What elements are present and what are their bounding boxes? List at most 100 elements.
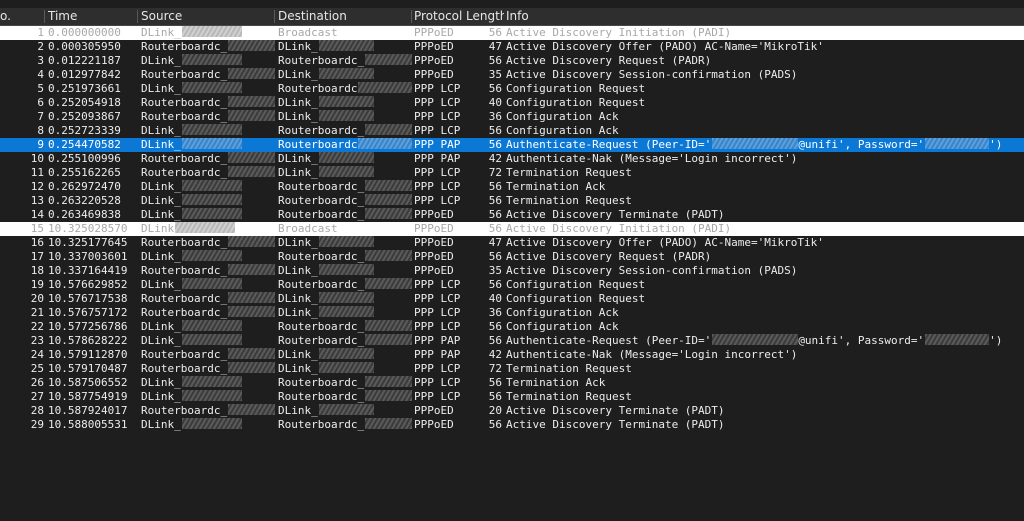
packet-row[interactable]: 10 0.255100996 Routerboardc_ DLink_ PPP PAP 4… xyxy=(0,152,1024,166)
packet-length: 56 xyxy=(472,138,502,152)
redacted-blur-icon xyxy=(181,418,242,429)
column-header-destination[interactable]: Destination xyxy=(278,8,408,25)
packet-row[interactable]: 18 10.337164419 Routerboardc_ DLink_ PPPoED 3… xyxy=(0,264,1024,278)
packet-info: Authenticate-Request (Peer-ID=' @unifi', … xyxy=(506,334,1024,348)
packet-row[interactable]: 17 10.337003601 DLink_ Routerboardc_ PPPoED 5… xyxy=(0,250,1024,264)
column-divider[interactable] xyxy=(274,10,275,23)
packet-length: 72 xyxy=(472,166,502,180)
packet-time: 10.325177645 xyxy=(48,236,138,250)
redacted-blur-icon xyxy=(181,138,242,149)
packet-row[interactable]: 4 0.012977842 Routerboardc_ DLink_ PPPoED 35 A… xyxy=(0,68,1024,82)
column-header-protocol[interactable]: Protocol xyxy=(414,8,464,25)
packet-destination-text: Routerboardc_ xyxy=(278,334,365,347)
packet-info-text: Active Discovery Terminate (PADT) xyxy=(506,418,725,431)
packet-info-text: Authenticate-Request (Peer-ID=' xyxy=(506,138,712,151)
packet-length: 56 xyxy=(472,320,502,334)
packet-row[interactable]: 7 0.252093867 Routerboardc_ DLink_ PPP LCP 36… xyxy=(0,110,1024,124)
packet-row[interactable]: 5 0.251973661 DLink_ Routerboardc PPP LCP 56 C… xyxy=(0,82,1024,96)
column-divider[interactable] xyxy=(44,10,45,23)
packet-source: DLink_ xyxy=(141,82,275,96)
packet-length-text: 35 xyxy=(488,68,502,81)
packet-info-text: Active Discovery Terminate (PADT) xyxy=(506,404,725,417)
packet-row[interactable]: 2 0.000305950 Routerboardc_ DLink_ PPPoED 47 A… xyxy=(0,40,1024,54)
packet-length-text: 40 xyxy=(488,96,502,109)
packet-destination-text: DLink_ xyxy=(278,236,318,249)
packet-info-text: Termination Ack xyxy=(506,376,606,389)
packet-time: 0.263220528 xyxy=(48,194,138,208)
packet-row[interactable]: 21 10.576757172 Routerboardc_ DLink_ PPP LCP… xyxy=(0,306,1024,320)
packet-time: 10.337164419 xyxy=(48,264,138,278)
packet-row[interactable]: 26 10.587506552 DLink_ Routerboardc_ PPP LCP… xyxy=(0,376,1024,390)
packet-number: 9 xyxy=(0,138,44,152)
packet-row[interactable]: 22 10.577256786 DLink_ Routerboardc_ PPP LCP… xyxy=(0,320,1024,334)
packet-row[interactable]: 16 10.325177645 Routerboardc_ DLink_ PPPoED 4… xyxy=(0,236,1024,250)
packet-number-text: 13 xyxy=(30,194,44,207)
packet-row[interactable]: 28 10.587924017 Routerboardc_ DLink_ PPPoED 2… xyxy=(0,404,1024,418)
packet-destination: Routerboardc_ xyxy=(278,334,412,348)
packet-length-text: 56 xyxy=(488,390,502,403)
packet-number-text: 23 xyxy=(30,334,44,347)
packet-row[interactable]: 15 10.325028570 DLink Broadcast PPPoED 56 Acti… xyxy=(0,222,1024,236)
packet-row[interactable]: 9 0.254470582 DLink_ Routerboardc PPP PAP 56 A… xyxy=(0,138,1024,152)
column-header-source[interactable]: Source xyxy=(141,8,271,25)
packet-info-text: Active Discovery Session-confirmation (P… xyxy=(506,68,798,81)
packet-row[interactable]: 29 10.588005531 DLink_ Routerboardc_ PPPoED 5… xyxy=(0,418,1024,432)
packet-destination: Routerboardc xyxy=(278,138,412,152)
packet-protocol-text: PPP LCP xyxy=(414,390,461,403)
packet-row[interactable]: 13 0.263220528 DLink_ Routerboardc_ PPP LCP 5… xyxy=(0,194,1024,208)
packet-row[interactable]: 14 0.263469838 DLink_ Routerboardc_ PPPoED 56… xyxy=(0,208,1024,222)
packet-destination: DLink_ xyxy=(278,166,412,180)
packet-length-text: 47 xyxy=(488,40,502,53)
packet-source: Routerboardc_ xyxy=(141,292,275,306)
packet-number: 19 xyxy=(0,278,44,292)
packet-destination: DLink_ xyxy=(278,96,412,110)
packet-row[interactable]: 27 10.587754919 DLink_ Routerboardc_ PPP LCP… xyxy=(0,390,1024,404)
packet-protocol-text: PPPoED xyxy=(414,222,454,235)
packet-row[interactable]: 24 10.579112870 Routerboardc_ DLink_ PPP PAP… xyxy=(0,348,1024,362)
packet-destination-text: Routerboardc_ xyxy=(278,124,365,137)
packet-info-text: Authenticate-Request (Peer-ID=' xyxy=(506,334,712,347)
packet-row[interactable]: 6 0.252054918 Routerboardc_ DLink_ PPP LCP 40… xyxy=(0,96,1024,110)
packet-number: 3 xyxy=(0,54,44,68)
packet-info-text: Termination Ack xyxy=(506,180,606,193)
redacted-blur-icon xyxy=(358,82,412,93)
column-header-info[interactable]: Info xyxy=(506,8,566,25)
packet-row[interactable]: 25 10.579170487 Routerboardc_ DLink_ PPP LCP… xyxy=(0,362,1024,376)
redacted-blur-icon xyxy=(365,418,412,429)
packet-info-text: Configuration Ack xyxy=(506,306,619,319)
packet-destination: DLink_ xyxy=(278,264,412,278)
column-header-length[interactable]: Length xyxy=(466,8,504,25)
packet-time-text: 0.262972470 xyxy=(48,180,121,193)
packet-info-text: @unifi', Password=' xyxy=(798,334,925,347)
packet-time: 10.588005531 xyxy=(48,418,138,432)
packet-row[interactable]: 12 0.262972470 DLink_ Routerboardc_ PPP LCP 5… xyxy=(0,180,1024,194)
packet-row[interactable]: 11 0.255162265 Routerboardc_ DLink_ PPP LCP 7… xyxy=(0,166,1024,180)
packet-row[interactable]: 3 0.012221187 DLink_ Routerboardc_ PPPoED 56 A… xyxy=(0,54,1024,68)
packet-destination: Routerboardc_ xyxy=(278,278,412,292)
column-header-no[interactable]: o. xyxy=(0,8,40,25)
packet-destination: Routerboardc_ xyxy=(278,320,412,334)
column-divider[interactable] xyxy=(411,10,412,23)
packet-row[interactable]: 19 10.576629852 DLink_ Routerboardc_ PPP LCP… xyxy=(0,278,1024,292)
packet-source: Routerboardc_ xyxy=(141,40,275,54)
packet-destination: DLink_ xyxy=(278,236,412,250)
column-divider[interactable] xyxy=(137,10,138,23)
packet-source: Routerboardc_ xyxy=(141,96,275,110)
packet-number: 13 xyxy=(0,194,44,208)
redacted-blur-icon xyxy=(318,236,374,247)
packet-row[interactable]: 23 10.578628222 DLink_ Routerboardc_ PPP PAP… xyxy=(0,334,1024,348)
packet-row[interactable]: 8 0.252723339 DLink_ Routerboardc_ PPP LCP 56… xyxy=(0,124,1024,138)
redacted-blur-icon xyxy=(181,208,242,219)
packet-destination: DLink_ xyxy=(278,292,412,306)
redacted-blur-icon xyxy=(228,152,275,163)
packet-destination-text: Routerboardc_ xyxy=(278,194,365,207)
packet-info: Active Discovery Terminate (PADT) xyxy=(506,208,1024,222)
packet-destination: Routerboardc_ xyxy=(278,194,412,208)
packet-row[interactable]: 1 0.000000000 DLink_ Broadcast PPPoED 56 Activ… xyxy=(0,26,1024,40)
packet-protocol-text: PPP PAP xyxy=(414,152,461,165)
packet-row[interactable]: 20 10.576717538 Routerboardc_ DLink_ PPP LCP… xyxy=(0,292,1024,306)
packet-source-text: Routerboardc_ xyxy=(141,362,228,375)
column-header-time[interactable]: Time xyxy=(48,8,136,25)
packet-source-text: DLink_ xyxy=(141,320,181,333)
packet-info-text: Configuration Request xyxy=(506,96,646,109)
